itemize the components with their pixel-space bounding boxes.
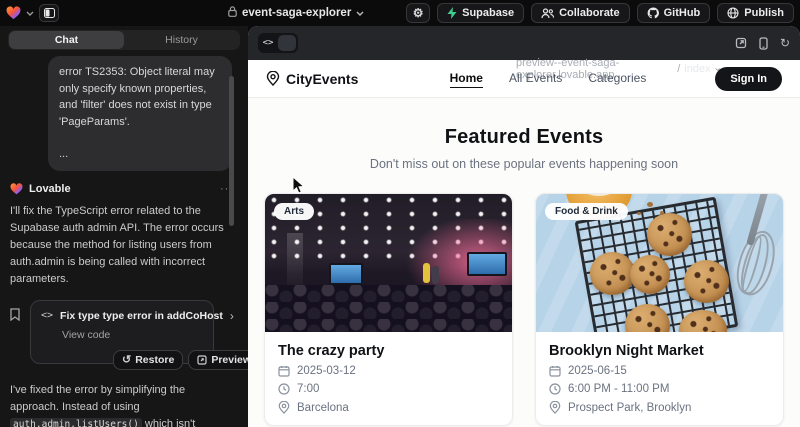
chat-history-tabs: Chat History (8, 30, 240, 50)
app-window: event-saga-explorer ⚙ Supabase Collabora… (0, 0, 800, 427)
supabase-bolt-icon (447, 7, 457, 19)
clock-icon (549, 383, 561, 395)
event-cards: Arts The crazy party 2025-03-12 7:00 (248, 193, 800, 426)
event-image-conference: Arts (265, 194, 512, 332)
event-card-body: Brooklyn Night Market 2025-06-15 6:00 PM… (536, 332, 783, 425)
code-icon: <> (41, 310, 53, 321)
preview-toolbar-icons: ↻ (735, 36, 790, 50)
supabase-button[interactable]: Supabase (437, 3, 524, 23)
preview-url-path: index (684, 63, 710, 75)
sign-in-button[interactable]: Sign In (715, 67, 782, 91)
restore-button[interactable]: ↺ Restore (113, 350, 183, 370)
bookmark-icon[interactable] (10, 308, 20, 326)
event-card-2[interactable]: Food & Drink Brooklyn Night Market 2025-… (535, 193, 784, 426)
hero-subtitle: Don't miss out on these popular events h… (248, 157, 800, 171)
top-bar: event-saga-explorer ⚙ Supabase Collabora… (0, 0, 800, 26)
category-badge: Food & Drink (545, 203, 628, 220)
event-location-row: Barcelona (278, 401, 499, 414)
preview-button[interactable]: Preview (188, 350, 248, 370)
lock-icon (228, 6, 237, 20)
settings-button[interactable]: ⚙ (406, 3, 430, 23)
people-icon (541, 8, 554, 19)
globe-icon (727, 7, 739, 19)
toggle-knob (278, 35, 296, 51)
collaborate-button[interactable]: Collaborate (531, 3, 630, 23)
site-nav: Home All Events Categories (408, 69, 688, 88)
hero-section: Featured Events Don't miss out on these … (248, 126, 800, 171)
user-message-bubble: error TS2353: Object literal may only sp… (48, 56, 232, 171)
view-code-link[interactable]: View code (62, 329, 203, 341)
code-preview-toggle[interactable]: <> (258, 33, 298, 53)
hero-title: Featured Events (248, 126, 800, 149)
code-change-title: Fix type type error in addCoHost (60, 310, 223, 322)
publish-button[interactable]: Publish (717, 3, 794, 23)
inline-code: auth.admin.listUsers() (10, 418, 142, 427)
event-title: Brooklyn Night Market (549, 343, 770, 359)
top-bar-actions: ⚙ Supabase Collaborate GitHub Publish (406, 3, 794, 23)
chevron-down-icon (715, 67, 720, 72)
event-date-row: 2025-03-12 (278, 365, 499, 377)
nav-home[interactable]: Home (450, 69, 483, 88)
assistant-header: Lovable ··· (10, 183, 234, 195)
site-brand[interactable]: CityEvents (266, 71, 358, 87)
assistant-name: Lovable (29, 183, 71, 195)
chevron-right-icon: › (230, 309, 234, 323)
lovable-avatar-icon (10, 183, 23, 195)
event-time-row: 7:00 (278, 383, 499, 395)
event-date-row: 2025-06-15 (549, 365, 770, 377)
site-page: CityEvents Home All Events Categories Si… (248, 60, 800, 426)
map-pin-icon (266, 71, 280, 86)
nav-categories[interactable]: Categories (588, 69, 646, 88)
top-bar-left (6, 4, 59, 22)
chevron-down-icon[interactable] (26, 11, 34, 16)
user-message-text: error TS2353: Object literal may only sp… (59, 64, 221, 130)
assistant-followup-text: I've fixed the error by simplifying the … (10, 382, 228, 427)
category-badge: Arts (274, 203, 314, 220)
restore-icon: ↺ (122, 353, 131, 366)
code-icon: <> (258, 38, 278, 48)
calendar-icon (549, 365, 561, 377)
mobile-view-icon[interactable] (759, 37, 768, 50)
event-time-row: 6:00 PM - 11:00 PM (549, 383, 770, 395)
user-message-ellipsis: ... (59, 146, 221, 163)
event-card-1[interactable]: Arts The crazy party 2025-03-12 7:00 (264, 193, 513, 426)
map-pin-icon (278, 401, 290, 414)
github-button[interactable]: GitHub (637, 3, 711, 23)
tab-history[interactable]: History (124, 31, 239, 49)
gear-icon: ⚙ (413, 6, 424, 20)
preview-icon (197, 355, 207, 365)
chevron-down-icon (356, 11, 364, 16)
preview-panel: <> preview--event-saga-explorer.lovable.… (248, 26, 800, 427)
lovable-logo-icon[interactable] (6, 6, 21, 20)
assistant-intro-text: I'll fix the TypeScript error related to… (10, 203, 228, 288)
code-change-card-header: <> Fix type type error in addCoHost › (41, 309, 203, 323)
project-title-menu[interactable]: event-saga-explorer (228, 0, 364, 26)
project-name: event-saga-explorer (242, 7, 351, 19)
nav-all-events[interactable]: All Events (509, 69, 562, 88)
chat-panel: Chat History error TS2353: Object litera… (0, 26, 248, 427)
refresh-icon[interactable]: ↻ (780, 36, 790, 50)
sidebar-toggle-button[interactable] (39, 4, 59, 22)
restore-preview-row: ↺ Restore Preview (113, 350, 248, 370)
tab-chat[interactable]: Chat (9, 31, 124, 49)
event-card-body: The crazy party 2025-03-12 7:00 Barcelon… (265, 332, 512, 425)
chat-scrollbar[interactable] (229, 76, 234, 226)
event-title: The crazy party (278, 343, 499, 359)
open-external-icon[interactable] (735, 37, 747, 49)
github-icon (647, 7, 659, 19)
event-location-row: Prospect Park, Brooklyn (549, 401, 770, 414)
clock-icon (278, 383, 290, 395)
event-image-cookies: Food & Drink (536, 194, 783, 332)
preview-toolbar: <> preview--event-saga-explorer.lovable.… (248, 26, 800, 60)
calendar-icon (278, 365, 290, 377)
map-pin-icon (549, 401, 561, 414)
